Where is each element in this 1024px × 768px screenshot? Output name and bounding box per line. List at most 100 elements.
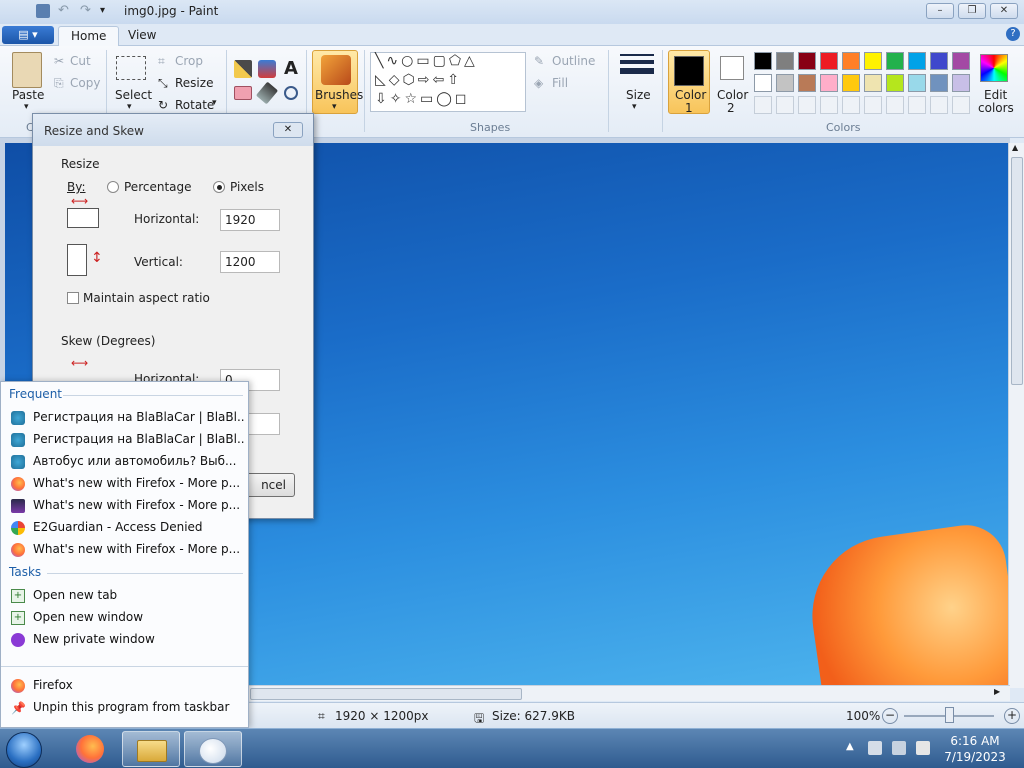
select-dropdown-icon[interactable]: ▾ xyxy=(127,102,132,112)
fill-bucket-icon[interactable] xyxy=(258,60,276,78)
taskbar-firefox[interactable] xyxy=(62,731,120,767)
palette-color-swatch[interactable] xyxy=(820,74,838,92)
select-button[interactable]: Select xyxy=(115,88,152,102)
dialog-close-button[interactable]: ✕ xyxy=(273,122,303,138)
size-dropdown-icon[interactable]: ▾ xyxy=(632,102,637,112)
jumplist-frequent-item[interactable]: Автобус или автомобиль? Выб... xyxy=(9,452,245,472)
palette-color-swatch[interactable] xyxy=(864,52,882,70)
horizontal-input[interactable]: 1920 xyxy=(220,209,280,231)
text-tool-icon[interactable]: A xyxy=(284,58,298,79)
resize-button[interactable]: Resize xyxy=(175,76,213,90)
jumplist-firefox-app[interactable]: Firefox xyxy=(9,676,245,696)
palette-color-swatch[interactable] xyxy=(952,52,970,70)
rotate-dropdown-icon[interactable]: ▾ xyxy=(212,98,217,108)
palette-color-swatch[interactable] xyxy=(886,52,904,70)
palette-color-swatch[interactable] xyxy=(754,52,772,70)
palette-custom-swatch[interactable] xyxy=(864,96,882,114)
undo-icon[interactable]: ↶ xyxy=(58,4,72,18)
palette-custom-swatch[interactable] xyxy=(754,96,772,114)
help-icon[interactable]: ? xyxy=(1006,27,1020,41)
palette-custom-swatch[interactable] xyxy=(908,96,926,114)
palette-custom-swatch[interactable] xyxy=(952,96,970,114)
jumplist-frequent-item[interactable]: What's new with Firefox - More p... xyxy=(9,540,245,560)
customize-quick-access-icon[interactable]: ▾ xyxy=(100,4,114,18)
system-clock[interactable]: 6:16 AM 7/19/2023 xyxy=(940,733,1010,765)
palette-custom-swatch[interactable] xyxy=(798,96,816,114)
show-hidden-icons[interactable]: ▲ xyxy=(846,741,854,752)
percentage-label[interactable]: Percentage xyxy=(124,180,192,194)
taskbar-paint[interactable] xyxy=(184,731,242,767)
jumplist-task-item[interactable]: + Open new window xyxy=(9,608,245,628)
palette-color-swatch[interactable] xyxy=(842,52,860,70)
palette-color-swatch[interactable] xyxy=(886,74,904,92)
close-button[interactable]: ✕ xyxy=(990,3,1018,19)
size-icon[interactable] xyxy=(620,54,654,80)
outline-button[interactable]: Outline xyxy=(552,54,595,68)
maximize-button[interactable]: ❐ xyxy=(958,3,986,19)
paste-icon[interactable] xyxy=(12,52,42,88)
color-wheel-icon[interactable] xyxy=(980,54,1008,82)
jumplist-frequent-item[interactable]: What's new with Firefox - More p... xyxy=(9,474,245,494)
palette-color-swatch[interactable] xyxy=(820,52,838,70)
palette-custom-swatch[interactable] xyxy=(842,96,860,114)
horizontal-scrollbar[interactable]: ▶ xyxy=(248,685,1010,701)
taskbar-explorer[interactable] xyxy=(122,731,180,767)
jumplist-task-item[interactable]: New private window xyxy=(9,630,245,650)
redo-icon[interactable]: ↷ xyxy=(80,4,94,18)
scroll-up-icon[interactable]: ▲ xyxy=(1012,143,1018,152)
palette-custom-swatch[interactable] xyxy=(930,96,948,114)
minimize-button[interactable]: – xyxy=(926,3,954,19)
palette-color-swatch[interactable] xyxy=(776,52,794,70)
maintain-aspect-checkbox[interactable] xyxy=(67,292,79,304)
shapes-gallery[interactable]: ╲∿○▭▢⬠△ ◺◇⬡⇨⇦⇧ ⇩✧☆▭◯◻ xyxy=(370,52,526,112)
vertical-input[interactable]: 1200 xyxy=(220,251,280,273)
paste-dropdown-icon[interactable]: ▾ xyxy=(24,102,29,112)
zoom-slider-thumb[interactable] xyxy=(945,707,954,723)
palette-custom-swatch[interactable] xyxy=(886,96,904,114)
palette-color-swatch[interactable] xyxy=(908,74,926,92)
pencil-icon[interactable] xyxy=(234,60,252,78)
palette-color-swatch[interactable] xyxy=(776,74,794,92)
volume-muted-icon[interactable] xyxy=(916,741,930,755)
pixels-radio[interactable] xyxy=(213,181,225,193)
copy-button[interactable]: Copy xyxy=(70,76,100,90)
edit-colors-line1[interactable]: Edit xyxy=(984,88,1007,102)
jumplist-frequent-item[interactable]: Регистрация на BlaBlaCar | BlaBl... xyxy=(9,430,245,450)
vertical-scroll-thumb[interactable] xyxy=(1011,157,1023,385)
scroll-right-icon[interactable]: ▶ xyxy=(994,687,1000,696)
percentage-radio[interactable] xyxy=(107,181,119,193)
start-button[interactable] xyxy=(6,732,42,768)
fill-button[interactable]: Fill xyxy=(552,76,568,90)
palette-color-swatch[interactable] xyxy=(930,74,948,92)
color-picker-icon[interactable] xyxy=(255,81,279,105)
action-center-icon[interactable] xyxy=(868,741,882,755)
jumplist-frequent-item[interactable]: E2Guardian - Access Denied xyxy=(9,518,245,538)
jumplist-frequent-item[interactable]: Регистрация на BlaBlaCar | BlaBl... xyxy=(9,408,245,428)
palette-color-swatch[interactable] xyxy=(930,52,948,70)
save-icon[interactable] xyxy=(36,4,50,18)
paint-menu-button[interactable]: ▤ ▾ xyxy=(2,26,54,44)
jumplist-unpin[interactable]: 📌 Unpin this program from taskbar xyxy=(9,698,245,718)
magnifier-icon[interactable] xyxy=(284,86,298,100)
palette-color-swatch[interactable] xyxy=(798,52,816,70)
maintain-aspect-label[interactable]: Maintain aspect ratio xyxy=(83,291,210,305)
select-icon[interactable] xyxy=(116,56,146,80)
palette-custom-swatch[interactable] xyxy=(820,96,838,114)
jumplist-frequent-item[interactable]: What's new with Firefox - More p... xyxy=(9,496,245,516)
zoom-in-button[interactable]: + xyxy=(1004,708,1020,724)
crop-button[interactable]: Crop xyxy=(175,54,203,68)
palette-color-swatch[interactable] xyxy=(864,74,882,92)
palette-custom-swatch[interactable] xyxy=(776,96,794,114)
palette-color-swatch[interactable] xyxy=(908,52,926,70)
horizontal-scroll-thumb[interactable] xyxy=(250,688,522,700)
size-button[interactable]: Size xyxy=(626,88,651,102)
jumplist-task-item[interactable]: + Open new tab xyxy=(9,586,245,606)
palette-color-swatch[interactable] xyxy=(842,74,860,92)
edit-colors-line2[interactable]: colors xyxy=(978,101,1014,115)
network-icon[interactable] xyxy=(892,741,906,755)
color2-button[interactable] xyxy=(720,56,744,80)
cut-button[interactable]: Cut xyxy=(70,54,91,68)
tab-home[interactable]: Home xyxy=(58,26,120,46)
palette-color-swatch[interactable] xyxy=(798,74,816,92)
eraser-icon[interactable] xyxy=(234,86,252,100)
